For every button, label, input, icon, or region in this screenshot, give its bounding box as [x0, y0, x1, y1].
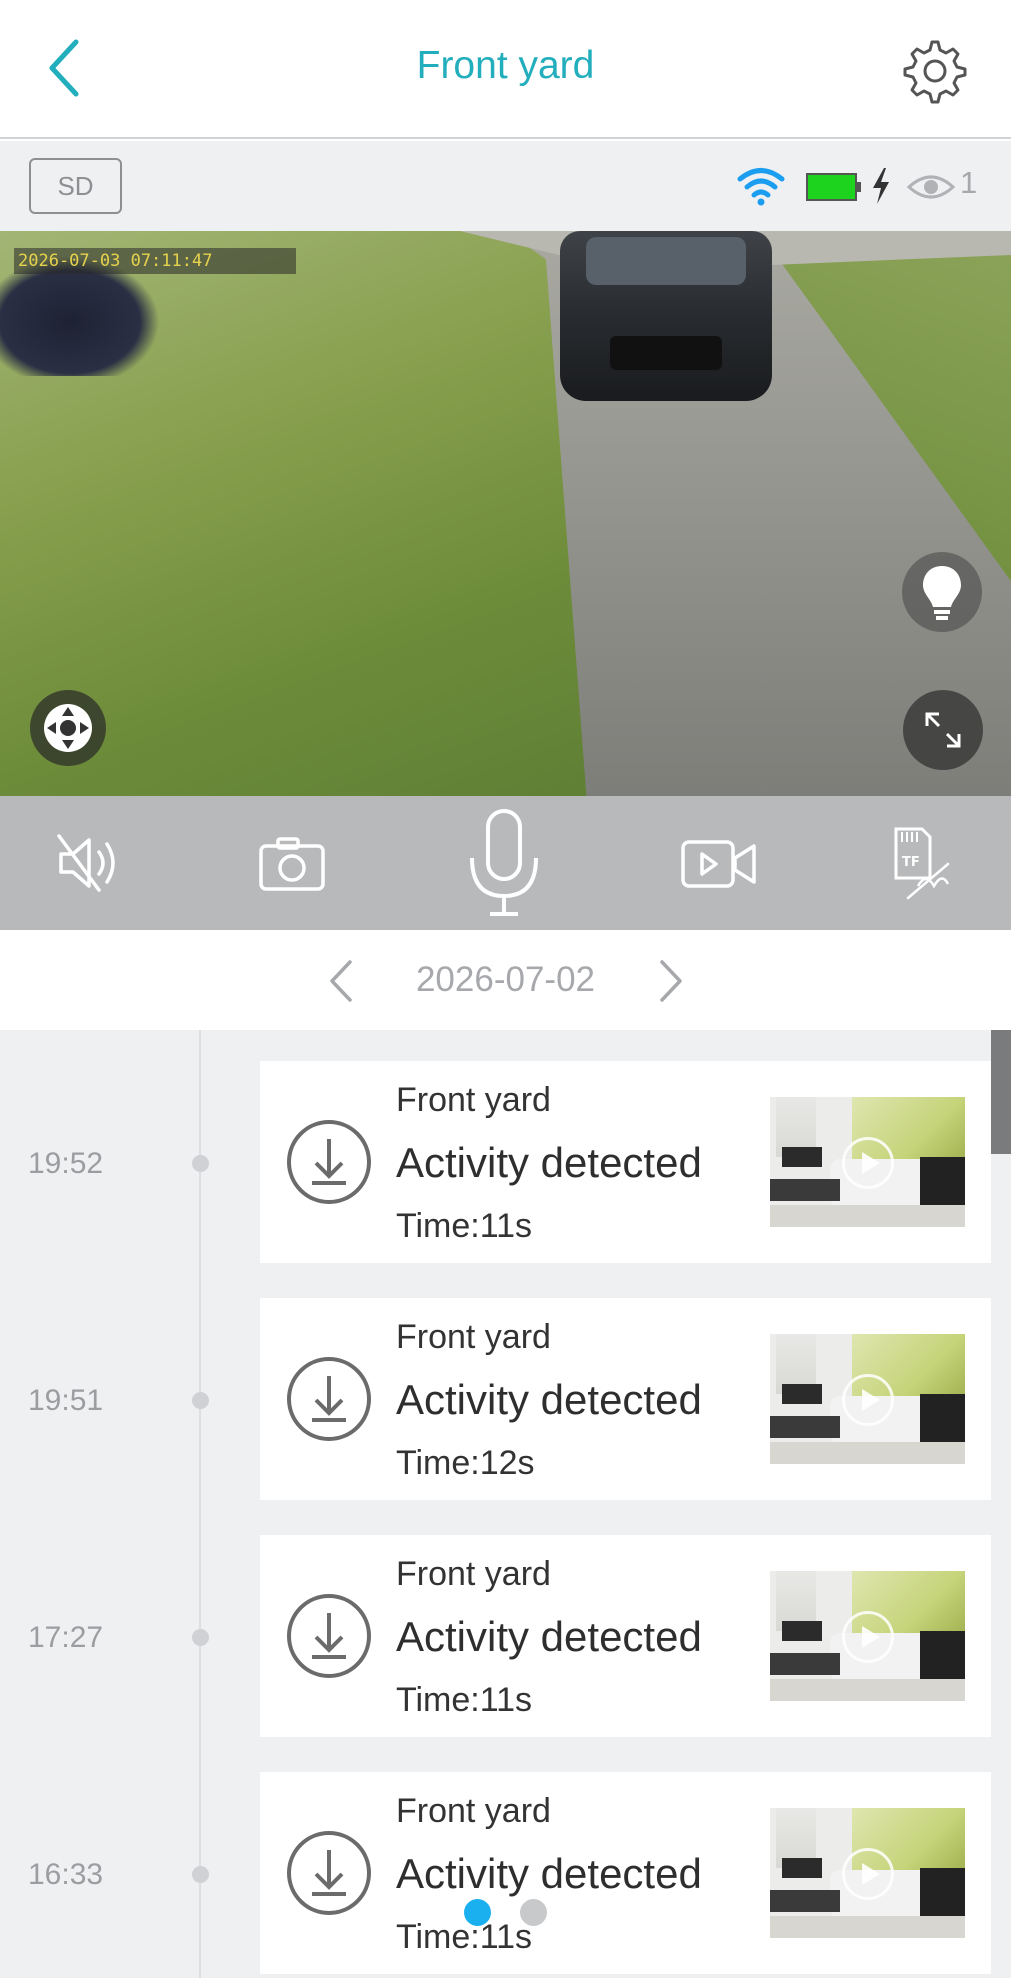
timeline-dot — [192, 1392, 209, 1409]
thumb-table — [770, 1653, 840, 1675]
date-navigator: 2026-07-02 — [0, 930, 1011, 1030]
event-duration: Time:11s — [396, 1207, 533, 1245]
event-thumbnail[interactable] — [770, 1334, 965, 1464]
event-type: Activity detected — [396, 1376, 702, 1423]
svg-text:TF: TF — [902, 855, 920, 870]
event-row[interactable]: 19:52 Front yard Activity detected Time:… — [0, 1061, 991, 1263]
gear-icon[interactable] — [900, 36, 970, 106]
page-indicator — [464, 1899, 550, 1927]
ptz-icon — [44, 704, 92, 752]
download-icon[interactable] — [286, 1119, 372, 1205]
event-camera-name: Front yard — [396, 1555, 551, 1593]
event-row[interactable]: 17:27 Front yard Activity detected Time:… — [0, 1535, 991, 1737]
record-video-icon[interactable] — [680, 836, 758, 892]
event-thumbnail[interactable] — [770, 1571, 965, 1701]
thumb-table — [770, 1416, 840, 1438]
event-thumbnail[interactable] — [770, 1808, 965, 1938]
event-card[interactable]: Front yard Activity detected Time:11s — [260, 1535, 991, 1737]
download-icon[interactable] — [286, 1593, 372, 1679]
suv-grille — [610, 336, 722, 370]
event-time: 19:52 — [28, 1147, 104, 1180]
thumb-fireplace — [782, 1858, 822, 1878]
timeline-dot — [192, 1155, 209, 1172]
event-camera-name: Front yard — [396, 1081, 551, 1119]
event-card[interactable]: Front yard Activity detected Time:11s — [260, 1772, 991, 1974]
event-time: 17:27 — [28, 1621, 104, 1654]
thumb-fireplace — [782, 1147, 822, 1167]
wifi-icon — [737, 168, 785, 206]
storage-badge[interactable]: SD — [29, 158, 122, 214]
page-dot-active[interactable] — [464, 1899, 491, 1926]
event-type: Activity detected — [396, 1613, 702, 1660]
play-triangle — [862, 1152, 880, 1174]
lightbulb-icon — [923, 566, 961, 620]
microphone-icon[interactable] — [462, 808, 546, 920]
timeline-dot — [192, 1629, 209, 1646]
battery-icon — [806, 173, 861, 201]
charging-icon — [873, 168, 889, 204]
expand-icon — [925, 712, 961, 748]
download-icon[interactable] — [286, 1830, 372, 1916]
page-title: Front yard — [416, 44, 595, 87]
event-thumbnail[interactable] — [770, 1097, 965, 1227]
eye-icon — [906, 175, 956, 199]
scrollbar-thumb[interactable] — [991, 1030, 1011, 1154]
viewer-count: 1 — [960, 165, 978, 200]
video-scene-car — [0, 256, 160, 376]
live-video-feed[interactable]: 2026-07-03 07:11:47 — [0, 231, 1011, 796]
suv-windshield — [586, 237, 746, 285]
video-timestamp: 2026-07-03 07:11:47 — [14, 248, 296, 274]
app-header: Front yard — [0, 0, 1011, 139]
chevron-right-icon[interactable] — [648, 958, 692, 1004]
event-duration: Time:11s — [396, 1681, 533, 1719]
camera-icon[interactable] — [258, 836, 326, 892]
event-type: Activity detected — [396, 1139, 702, 1186]
thumb-floor — [770, 1916, 965, 1938]
timeline-dot — [192, 1866, 209, 1883]
status-bar: SD 1 — [0, 141, 1011, 231]
control-bar: TF — [0, 796, 1011, 930]
thumb-floor — [770, 1205, 965, 1227]
event-card[interactable]: Front yard Activity detected Time:12s — [260, 1298, 991, 1500]
event-camera-name: Front yard — [396, 1792, 551, 1830]
page-dot[interactable] — [520, 1899, 547, 1926]
thumb-fireplace — [782, 1621, 822, 1641]
light-button[interactable] — [902, 552, 982, 632]
event-type: Activity detected — [396, 1850, 702, 1897]
tf-card-icon[interactable]: TF — [892, 826, 952, 902]
thumb-table — [770, 1179, 840, 1201]
thumb-floor — [770, 1679, 965, 1701]
scrollbar-track[interactable] — [991, 1030, 1011, 1978]
download-icon[interactable] — [286, 1356, 372, 1442]
thumb-floor — [770, 1442, 965, 1464]
play-triangle — [862, 1389, 880, 1411]
video-scene-suv — [560, 231, 772, 401]
event-camera-name: Front yard — [396, 1318, 551, 1356]
event-time: 19:51 — [28, 1384, 104, 1417]
event-row[interactable]: 19:51 Front yard Activity detected Time:… — [0, 1298, 991, 1500]
thumb-fireplace — [782, 1384, 822, 1404]
fullscreen-button[interactable] — [903, 690, 983, 770]
selected-date[interactable]: 2026-07-02 — [0, 960, 1011, 1000]
event-card[interactable]: Front yard Activity detected Time:11s — [260, 1061, 991, 1263]
event-duration: Time:12s — [396, 1444, 535, 1482]
event-row[interactable]: 16:33 Front yard Activity detected Time:… — [0, 1772, 991, 1974]
play-triangle — [862, 1863, 880, 1885]
mute-icon[interactable] — [55, 832, 125, 894]
ptz-control-button[interactable] — [30, 690, 106, 766]
thumb-table — [770, 1890, 840, 1912]
event-time: 16:33 — [28, 1858, 104, 1891]
play-triangle — [862, 1626, 880, 1648]
event-timeline[interactable]: 19:52 Front yard Activity detected Time:… — [0, 1030, 1011, 1978]
